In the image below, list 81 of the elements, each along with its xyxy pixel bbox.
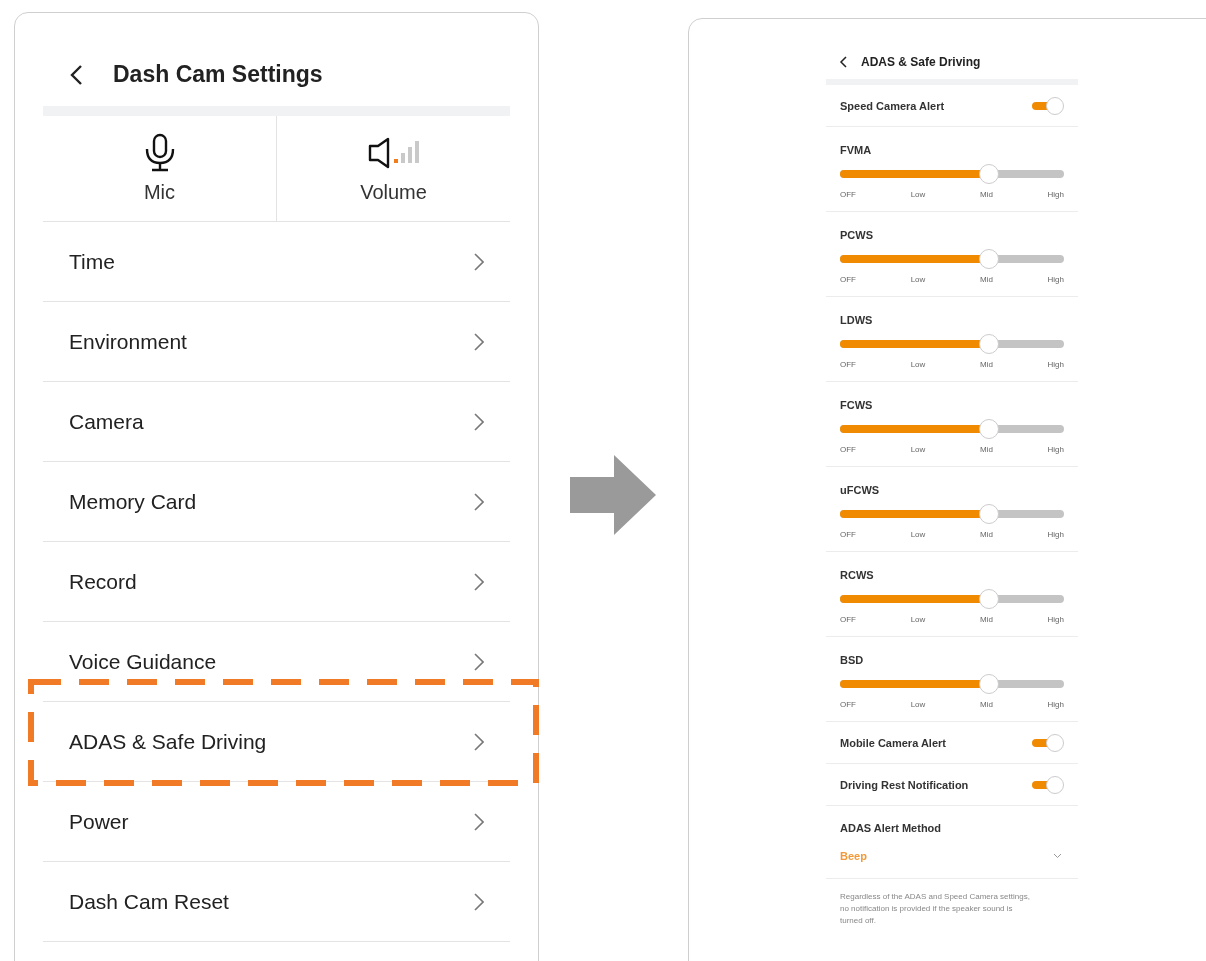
tick-label: High [1047, 700, 1064, 709]
tick-label: OFF [840, 700, 856, 709]
chevron-right-icon [474, 492, 484, 511]
setting-label: Driving Rest Notification [840, 778, 969, 791]
tick-label: Low [910, 530, 926, 539]
toggle-switch[interactable] [1032, 775, 1064, 794]
tick-label: OFF [840, 530, 856, 539]
setting-label: RCWS [840, 569, 875, 581]
tick-label: Low [910, 700, 926, 709]
tick-label: Mid [980, 275, 993, 284]
tick-label: OFF [840, 445, 856, 454]
chevron-down-icon [1053, 853, 1062, 859]
tick-label: Low [910, 615, 926, 624]
slider-thumb[interactable] [979, 419, 1000, 439]
menu-item[interactable]: Environment [43, 302, 510, 382]
tick-label: Low [910, 360, 926, 369]
slider[interactable] [840, 504, 1064, 524]
slider-thumb[interactable] [979, 674, 1000, 694]
tick-label: Low [910, 275, 926, 284]
screen-title: Dash Cam Settings [113, 61, 323, 88]
chevron-right-icon [474, 892, 484, 911]
menu-item[interactable]: Memory Card [43, 462, 510, 542]
tick-label: Low [910, 445, 926, 454]
tick-label: Mid [980, 530, 993, 539]
tick-label: High [1047, 190, 1064, 199]
tick-label: High [1047, 360, 1064, 369]
toggle-switch[interactable] [1032, 96, 1064, 115]
tick-label: High [1047, 530, 1064, 539]
slider[interactable] [840, 589, 1064, 609]
slider[interactable] [840, 419, 1064, 439]
tick-label: Mid [980, 615, 993, 624]
setting-label: ADAS Alert Method [840, 822, 943, 834]
chevron-right-icon [474, 412, 484, 431]
slider[interactable] [840, 674, 1064, 694]
chevron-right-icon [474, 252, 484, 271]
back-icon[interactable] [839, 56, 847, 68]
tick-label: Mid [980, 190, 993, 199]
chevron-right-icon [474, 572, 484, 591]
note-text: Regardless of the ADAS and Speed Camera settings, no notification is provided if the speaker sound is turned off. [839, 891, 1031, 927]
setting-label: LDWS [840, 314, 874, 326]
slider[interactable] [840, 334, 1064, 354]
toggle-switch[interactable] [1032, 733, 1064, 752]
menu-item[interactable]: Voice Guidance [43, 622, 510, 702]
slider[interactable] [840, 164, 1064, 184]
slider-thumb[interactable] [979, 334, 1000, 354]
tick-label: OFF [840, 615, 856, 624]
screen-title: ADAS & Safe Driving [861, 55, 981, 69]
setting-label: FVMA [840, 144, 873, 156]
chevron-right-icon [474, 812, 484, 831]
back-icon[interactable] [69, 63, 83, 86]
slider-thumb[interactable] [979, 589, 1000, 609]
tick-label: Low [910, 190, 926, 199]
quick-setting-tile[interactable]: Mic [43, 116, 276, 221]
tick-label: High [1047, 615, 1064, 624]
setting-label: PCWS [840, 229, 874, 241]
tick-label: High [1047, 445, 1064, 454]
chevron-right-icon [474, 652, 484, 671]
slider[interactable] [840, 249, 1064, 269]
tick-label: Mid [980, 445, 993, 454]
slider-thumb[interactable] [979, 249, 1000, 269]
setting-label: Mobile Camera Alert [840, 736, 946, 749]
menu-item[interactable]: Dash Cam Reset [43, 862, 510, 942]
tick-label: OFF [840, 190, 856, 199]
menu-item[interactable]: Time [43, 222, 510, 302]
menu-item[interactable]: Power [43, 782, 510, 862]
menu-item[interactable]: Record [43, 542, 510, 622]
setting-label: uFCWS [840, 484, 881, 496]
chevron-right-icon [474, 732, 484, 751]
tick-label: OFF [840, 275, 856, 284]
tick-label: Mid [980, 700, 993, 709]
menu-item[interactable]: Camera [43, 382, 510, 462]
slider-thumb[interactable] [979, 504, 1000, 524]
quick-setting-tile[interactable]: Volume [276, 116, 510, 221]
setting-label: BSD [840, 654, 865, 666]
setting-label: Speed Camera Alert [840, 99, 945, 112]
slider-thumb[interactable] [979, 164, 1000, 184]
tick-label: OFF [840, 360, 856, 369]
setting-label: FCWS [840, 399, 874, 411]
chevron-right-icon [474, 332, 484, 351]
tick-label: Mid [980, 360, 993, 369]
tick-label: High [1047, 275, 1064, 284]
